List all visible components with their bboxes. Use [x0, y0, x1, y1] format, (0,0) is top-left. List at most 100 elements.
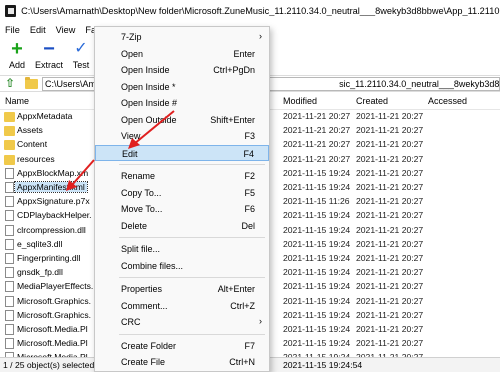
menu-item-label: CRC [121, 317, 141, 327]
address-path-right: sic_11.2110.34.0_neutral___8wekyb3d8bbwe… [339, 78, 500, 89]
file-name: AppxMetadata [17, 111, 73, 121]
menu-item-edit[interactable]: Edit F4 [95, 144, 269, 161]
file-name: Assets [17, 125, 43, 136]
menu-item-label: Split file... [121, 244, 161, 254]
file-created: 2021-11-21 20:27 [356, 238, 424, 249]
extract-button[interactable]: − Extract [34, 38, 64, 74]
file-modified: 2021-11-15 19:24 [283, 238, 351, 249]
file-created: 2021-11-21 20:27 [356, 253, 424, 263]
menu-item-combine-files[interactable]: Combine files... [95, 258, 269, 274]
file-created: 2021-11-21 20:27 [356, 125, 424, 136]
menu-item-move-to[interactable]: Move To... F6 [95, 201, 269, 217]
submenu-arrow-icon: › [259, 316, 262, 326]
file-icon [5, 338, 14, 350]
title-bar: C:\Users\Amarnath\Desktop\New folder\Mic… [0, 0, 500, 22]
file-modified: 2021-11-15 19:24 [283, 309, 351, 320]
menu-item-shortcut: Del [241, 220, 255, 231]
menu-item-create-file[interactable]: Create File Ctrl+N [95, 354, 269, 370]
file-created: 2021-11-21 20:27 [356, 210, 424, 221]
menu-item-rename[interactable]: Rename F2 [95, 168, 269, 184]
add-icon: + [11, 38, 23, 60]
file-name: AppxSignature.p7x [17, 196, 90, 207]
folder-icon [4, 112, 15, 122]
file-name: Microsoft.Graphics. [17, 295, 92, 306]
menu-item-properties[interactable]: Properties Alt+Enter [95, 281, 269, 297]
menu-item-label: Create File [121, 357, 166, 367]
menu-item-label: Combine files... [121, 260, 184, 271]
menu-item-shortcut: F5 [244, 187, 255, 198]
status-modified: 2021-11-15 19:24:54 [283, 360, 363, 370]
folder-icon [4, 154, 15, 165]
context-menu: 7-Zip › Open Enter Open Inside Ctrl+PgDn Open … [94, 26, 270, 372]
app-icon [5, 5, 17, 17]
window-title: C:\Users\Amarnath\Desktop\New folder\Mic… [21, 6, 500, 16]
file-modified: 2021-11-21 20:27 [283, 111, 351, 121]
menu-item-label: Open Inside [121, 65, 170, 75]
menu-item-create-folder[interactable]: Create Folder F7 [95, 338, 269, 354]
file-name: Microsoft.Media.Pl [17, 324, 88, 334]
menu-item-shortcut: F2 [244, 171, 255, 181]
column-header-created[interactable]: Created [356, 96, 388, 106]
file-created: 2021-11-21 20:27 [356, 153, 424, 164]
file-created: 2021-11-21 20:27 [356, 309, 424, 320]
menu-separator [119, 237, 265, 238]
file-modified: 2021-11-15 19:24 [283, 253, 351, 263]
test-button[interactable]: ✓ Test [66, 38, 96, 74]
test-icon: ✓ [74, 40, 88, 57]
menu-item-label: 7-Zip [121, 32, 142, 42]
menu-item-open-outside[interactable]: Open Outside Shift+Enter [95, 112, 269, 128]
menu-item-split-file[interactable]: Split file... [95, 241, 269, 257]
file-name: Fingerprinting.dll [17, 253, 81, 263]
column-header-accessed[interactable]: Accessed [428, 96, 467, 106]
menu-item-comment[interactable]: Comment... Ctrl+Z [95, 298, 269, 314]
file-modified: 2021-11-15 19:24 [283, 167, 351, 178]
menu-edit[interactable]: Edit [25, 25, 51, 35]
file-name: AppxBlockMap.xm [17, 167, 89, 178]
menu-file[interactable]: File [0, 25, 25, 35]
menu-item-open[interactable]: Open Enter [95, 46, 269, 62]
menu-item-label: Copy To... [121, 187, 162, 198]
file-name: gnsdk_fp.dll [17, 267, 63, 278]
menu-item-copy-to[interactable]: Copy To... F5 [95, 185, 269, 201]
status-selection: 1 / 25 object(s) selected [3, 360, 95, 370]
menu-item-shortcut: F6 [244, 204, 255, 214]
file-name: CDPlaybackHelper. [17, 210, 92, 221]
menu-item-view[interactable]: View F3 [95, 128, 269, 144]
column-header-name[interactable]: Name [5, 96, 29, 106]
menu-item-label: Open Inside * [121, 81, 176, 92]
menu-item-shortcut: Alt+Enter [217, 284, 255, 294]
menu-item-open-inside[interactable]: Open Inside # [95, 95, 269, 111]
file-icon [5, 196, 14, 208]
menu-item-open-inside[interactable]: Open Inside Ctrl+PgDn [95, 62, 269, 78]
menu-item-label: Delete [121, 220, 148, 231]
menu-item-label: Comment... [121, 300, 168, 311]
file-modified: 2021-11-21 20:27 [283, 139, 351, 150]
file-modified: 2021-11-15 19:24 [283, 182, 351, 192]
file-created: 2021-11-21 20:27 [356, 167, 424, 178]
file-modified: 2021-11-15 19:24 [283, 338, 351, 349]
file-icon [5, 238, 14, 250]
column-header-modified[interactable]: Modified [283, 96, 317, 106]
menu-item-shortcut: F3 [244, 131, 255, 141]
file-created: 2021-11-21 20:27 [356, 224, 424, 235]
menu-item-shortcut: Ctrl+N [229, 357, 255, 367]
menu-item-shortcut: Ctrl+PgDn [213, 65, 255, 75]
menu-item-label: Rename [121, 171, 156, 181]
extract-label: Extract [34, 60, 63, 70]
menu-item-7-zip[interactable]: 7-Zip › [95, 29, 269, 45]
file-name: AppxManifest.xml [14, 181, 88, 193]
test-label: Test [72, 60, 90, 70]
menu-item-crc[interactable]: CRC › [95, 314, 269, 330]
up-folder-icon[interactable]: ⇧ [3, 77, 17, 90]
file-created: 2021-11-21 20:27 [356, 111, 424, 121]
menu-item-open-inside[interactable]: Open Inside * [95, 79, 269, 95]
file-modified: 2021-11-21 20:27 [283, 125, 351, 136]
menu-item-shortcut: Enter [233, 48, 255, 59]
menu-item-delete[interactable]: Delete Del [95, 218, 269, 234]
file-created: 2021-11-21 20:27 [356, 281, 424, 292]
add-button[interactable]: + Add [2, 38, 32, 74]
file-name: Content [17, 139, 48, 150]
file-icon [5, 224, 14, 236]
menu-view[interactable]: View [51, 25, 81, 35]
menu-item-label: View [121, 131, 141, 141]
